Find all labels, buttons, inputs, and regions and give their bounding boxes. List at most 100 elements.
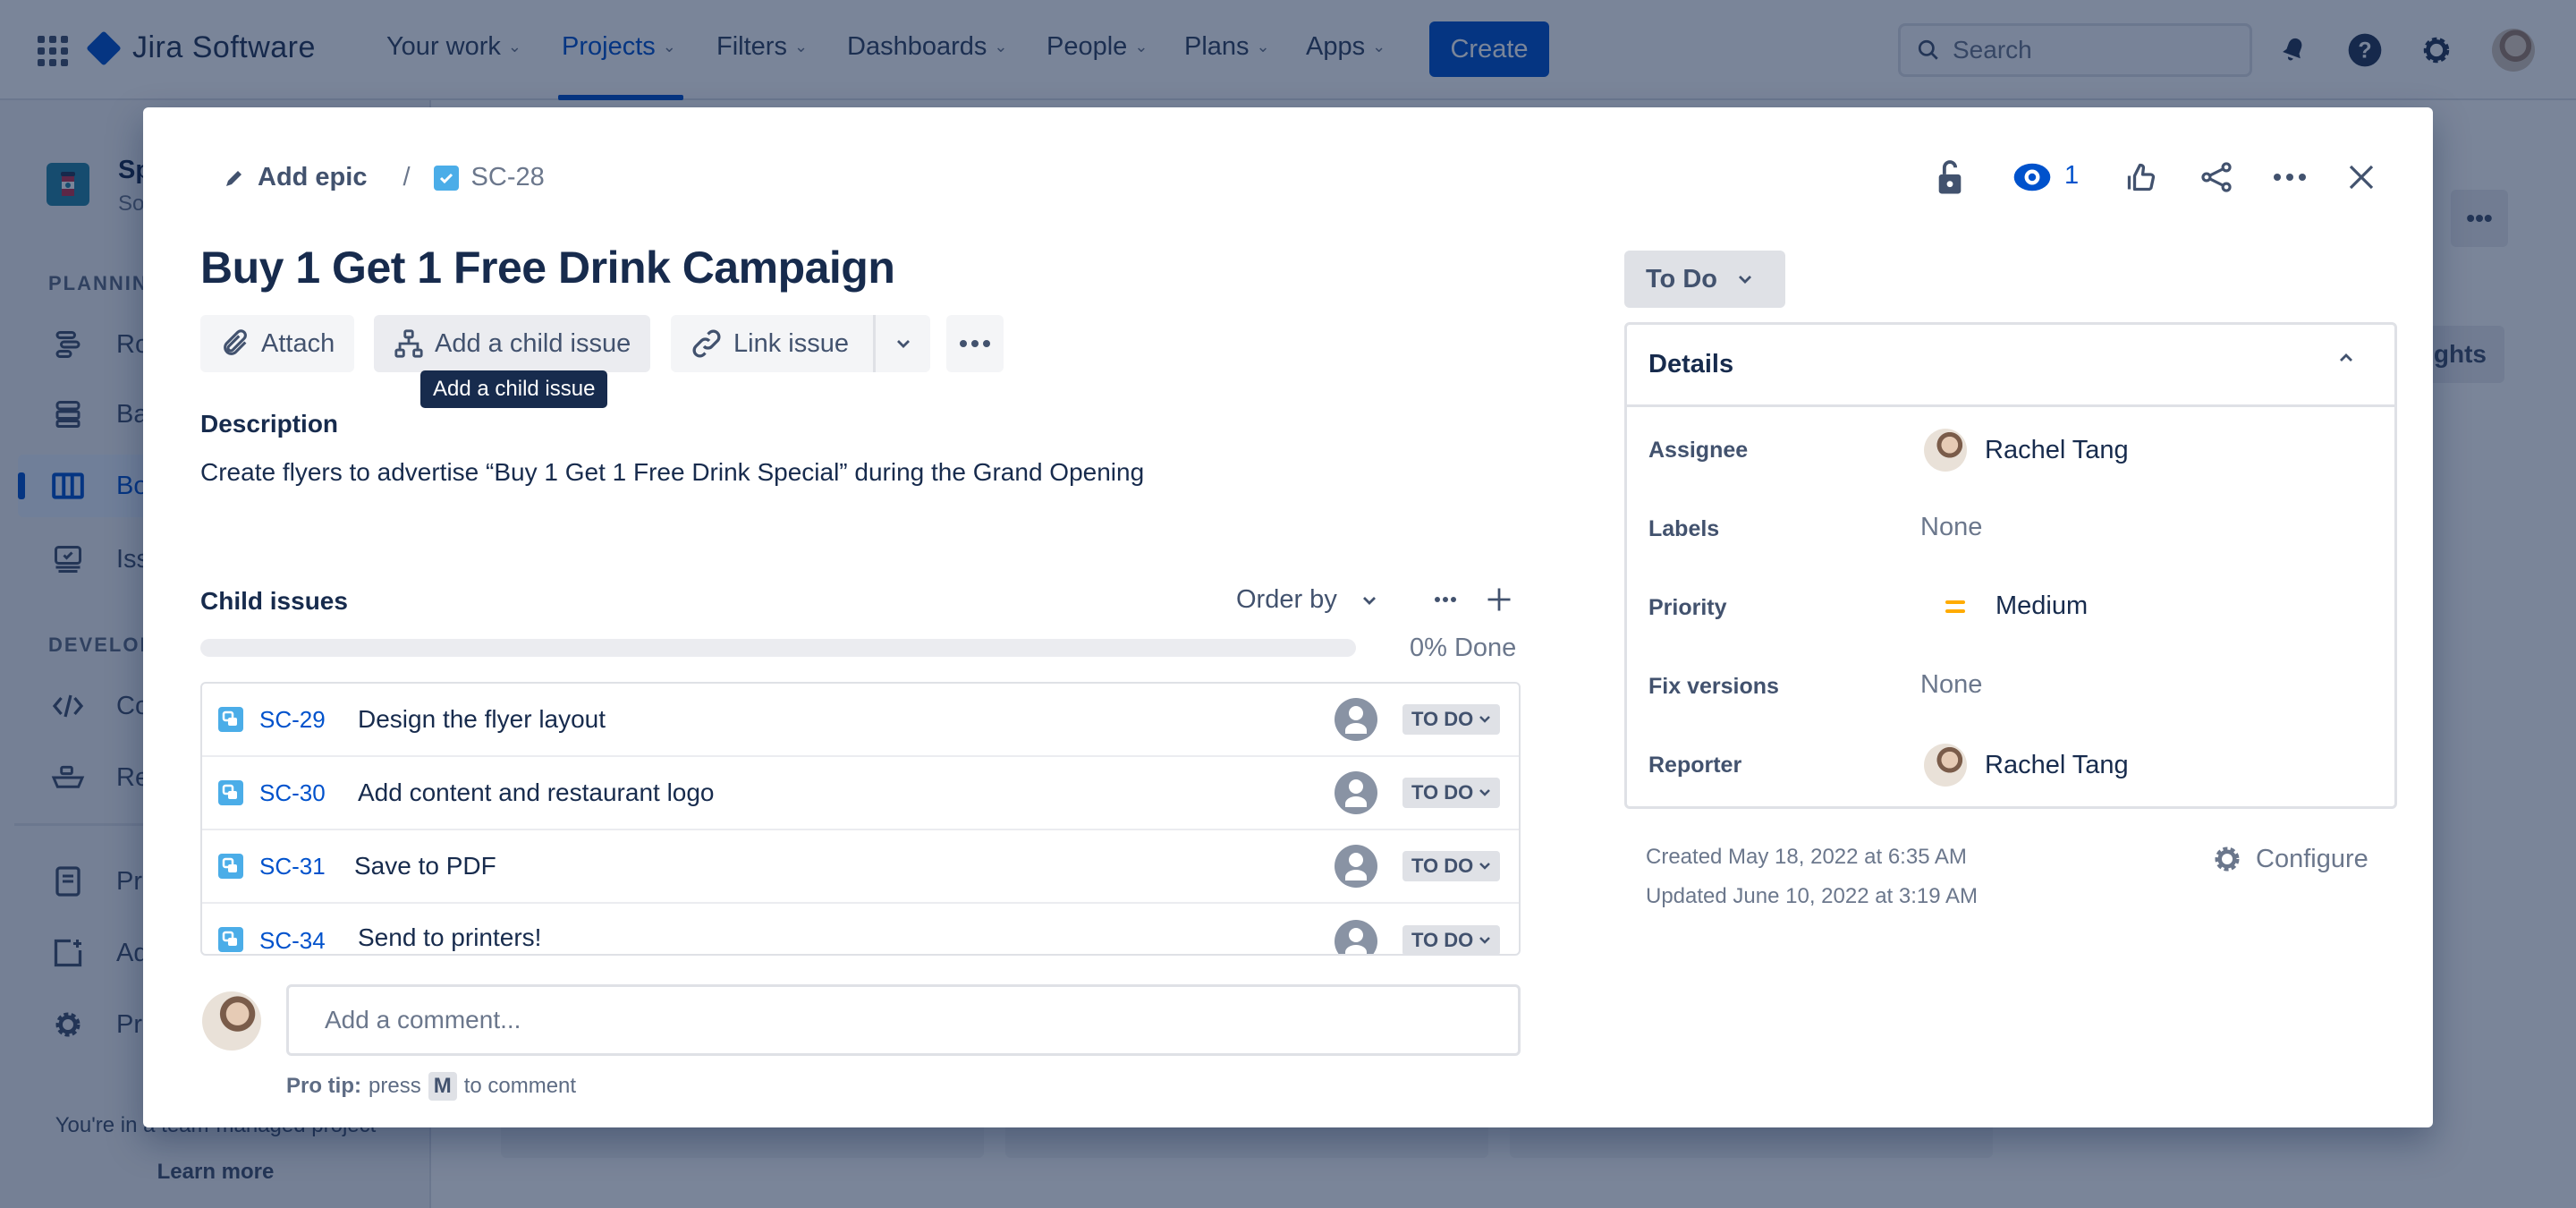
- status-dropdown[interactable]: TO DO: [1402, 925, 1501, 954]
- pro-tip-text: press: [369, 1074, 421, 1098]
- child-issue-row[interactable]: SC-31 Save to PDF TO DO: [202, 830, 1519, 904]
- chevron-down-icon: [1479, 789, 1491, 796]
- status-dropdown-button[interactable]: To Do: [1624, 251, 1785, 308]
- child-issue-summary[interactable]: Add content and restaurant logo: [358, 778, 715, 807]
- child-issue-hierarchy-icon: [394, 329, 423, 358]
- link-issue-button[interactable]: Link issue: [671, 315, 875, 372]
- details-heading: Details: [1648, 350, 1734, 379]
- reporter-avatar: [1924, 744, 1967, 787]
- configure-label: Configure: [2256, 844, 2368, 873]
- unassigned-avatar-icon[interactable]: [1335, 698, 1377, 741]
- priority-value: Medium: [1996, 591, 2089, 620]
- add-child-label: Add a child issue: [435, 328, 631, 358]
- restrictions-lock-icon[interactable]: [1930, 157, 1970, 197]
- unassigned-avatar-icon[interactable]: [1335, 920, 1377, 954]
- child-issue-key[interactable]: SC-31: [259, 853, 326, 880]
- keyboard-shortcut-key: M: [428, 1072, 457, 1101]
- gear-icon: [2215, 846, 2240, 872]
- status-label: To Do: [1646, 264, 1717, 293]
- link-issue-dropdown[interactable]: [873, 315, 930, 372]
- comment-placeholder: Add a comment...: [325, 1006, 521, 1034]
- unassigned-avatar-icon[interactable]: [1335, 771, 1377, 814]
- chevron-down-icon: [1479, 716, 1491, 723]
- child-issue-summary[interactable]: Design the flyer layout: [358, 705, 606, 734]
- assignee-avatar: [1924, 429, 1967, 472]
- child-issue-key[interactable]: SC-34: [259, 927, 326, 954]
- status-label: TO DO: [1411, 781, 1474, 804]
- share-icon[interactable]: [2197, 157, 2236, 197]
- order-by-label: Order by: [1236, 585, 1337, 614]
- progress-label: 0% Done: [1410, 634, 1517, 662]
- field-label-priority: Priority: [1648, 595, 1727, 620]
- child-issues-list: SC-29 Design the flyer layout TO DO SC-3…: [200, 682, 1521, 956]
- subtask-icon: [218, 780, 243, 805]
- watch-count[interactable]: 1: [2064, 161, 2079, 191]
- assignee-name: Rachel Tang: [1985, 435, 2129, 464]
- status-label: TO DO: [1411, 929, 1474, 951]
- attach-button[interactable]: Attach: [200, 315, 355, 372]
- created-date: Created May 18, 2022 at 6:35 AM: [1646, 845, 1967, 869]
- field-label-labels: Labels: [1648, 516, 1720, 541]
- child-issue-row[interactable]: SC-30 Add content and restaurant logo TO…: [202, 757, 1519, 830]
- chevron-down-icon: [1479, 863, 1491, 870]
- child-issue-row[interactable]: SC-34 Send to printers! TO DO: [202, 904, 1519, 954]
- details-header[interactable]: Details: [1627, 325, 2394, 407]
- watch-eye-icon[interactable]: [2012, 157, 2052, 197]
- pencil-icon: [226, 170, 242, 186]
- child-issue-row[interactable]: SC-29 Design the flyer layout TO DO: [202, 684, 1519, 757]
- tooltip: Add a child issue: [420, 370, 608, 408]
- link-issue-label: Link issue: [733, 328, 849, 358]
- status-dropdown[interactable]: TO DO: [1402, 778, 1501, 808]
- child-issue-summary[interactable]: Send to printers!: [358, 923, 541, 952]
- subtask-icon: [218, 707, 243, 732]
- paperclip-icon: [224, 329, 247, 355]
- description-text[interactable]: Create flyers to advertise “Buy 1 Get 1 …: [200, 458, 1144, 487]
- chevron-down-icon: [896, 340, 910, 348]
- breadcrumb-separator: /: [402, 163, 411, 191]
- subtask-icon: [218, 854, 243, 879]
- child-issue-key[interactable]: SC-29: [259, 706, 326, 734]
- add-child-plus-icon[interactable]: [1479, 580, 1519, 619]
- child-issues-heading: Child issues: [200, 587, 348, 615]
- fix-versions-field[interactable]: None: [1920, 670, 1982, 700]
- configure-button[interactable]: Configure: [2211, 843, 2368, 875]
- more-toolbar-button[interactable]: [946, 315, 1004, 372]
- status-dropdown[interactable]: TO DO: [1402, 704, 1501, 735]
- chevron-down-icon: [1479, 937, 1491, 944]
- breadcrumb: Add epic / SC-28: [224, 163, 545, 192]
- child-issue-key[interactable]: SC-30: [259, 779, 326, 807]
- reporter-field[interactable]: Rachel Tang: [1924, 744, 2129, 787]
- labels-field[interactable]: None: [1920, 513, 1982, 542]
- child-issues-more-icon[interactable]: [1426, 580, 1465, 619]
- field-label-assignee: Assignee: [1648, 438, 1749, 463]
- add-child-issue-button[interactable]: Add a child issue: [374, 315, 651, 372]
- priority-medium-icon: [1945, 600, 1965, 613]
- attach-label: Attach: [261, 328, 335, 358]
- chevron-up-icon[interactable]: [2337, 352, 2355, 364]
- more-actions-icon[interactable]: [2270, 157, 2309, 197]
- add-epic-button[interactable]: Add epic: [224, 163, 367, 192]
- unassigned-avatar-icon[interactable]: [1335, 845, 1377, 888]
- like-thumbs-up-icon[interactable]: [2122, 157, 2161, 197]
- assignee-field[interactable]: Rachel Tang: [1924, 429, 2129, 472]
- close-icon[interactable]: [2342, 157, 2381, 197]
- child-issue-summary[interactable]: Save to PDF: [354, 852, 496, 880]
- reporter-name: Rachel Tang: [1985, 750, 2129, 779]
- pro-tip-text: to comment: [463, 1074, 577, 1098]
- issue-key-link[interactable]: SC-28: [471, 163, 545, 192]
- subtask-icon: [218, 927, 243, 952]
- comment-input[interactable]: Add a comment...: [286, 984, 1521, 1056]
- priority-field[interactable]: Medium: [1944, 591, 2088, 621]
- chevron-down-icon: [1362, 596, 1376, 605]
- description-heading: Description: [200, 410, 339, 438]
- issue-title[interactable]: Buy 1 Get 1 Free Drink Campaign: [200, 242, 895, 293]
- add-epic-label: Add epic: [258, 163, 368, 191]
- field-label-reporter: Reporter: [1648, 753, 1742, 778]
- more-icon: [960, 340, 990, 347]
- order-by-dropdown[interactable]: Order by: [1236, 585, 1378, 615]
- status-dropdown[interactable]: TO DO: [1402, 851, 1501, 881]
- current-user-avatar: [202, 991, 261, 1051]
- status-label: TO DO: [1411, 855, 1474, 877]
- field-label-fix-versions: Fix versions: [1648, 674, 1779, 699]
- chevron-down-icon: [1739, 276, 1751, 284]
